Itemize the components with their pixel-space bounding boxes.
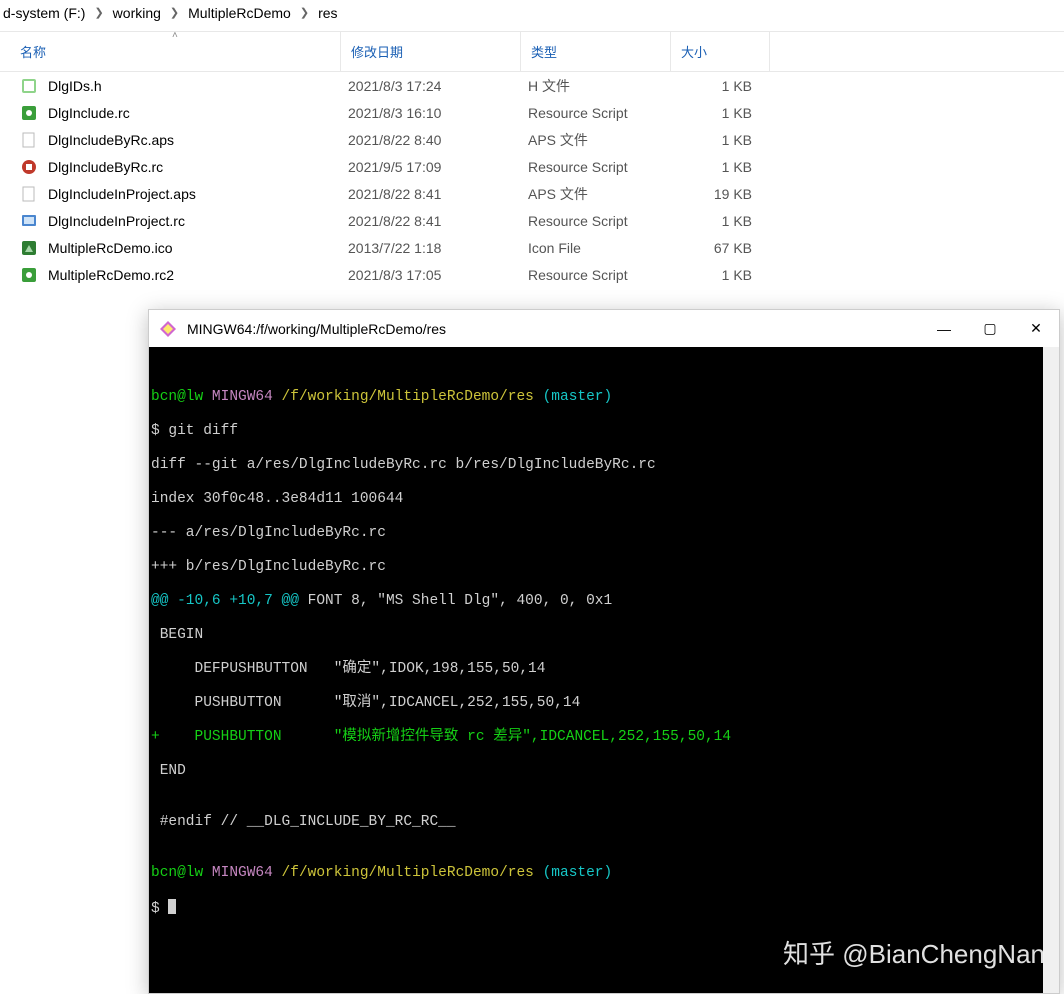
column-headers: ˄ 名称 修改日期 类型 大小 (0, 32, 1064, 72)
diff-line: #endif // __DLG_INCLUDE_BY_RC_RC__ (149, 814, 1059, 831)
close-button[interactable]: ✕ (1013, 310, 1059, 347)
file-row[interactable]: MultipleRcDemo.rc2 2021/8/3 17:05 Resour… (0, 261, 1064, 288)
file-date: 2021/8/3 16:10 (340, 105, 520, 121)
file-row[interactable]: MultipleRcDemo.ico 2013/7/22 1:18 Icon F… (0, 234, 1064, 261)
minimize-button[interactable]: — (921, 310, 967, 347)
breadcrumb: d-system (F:) ❯ working ❯ MultipleRcDemo… (0, 0, 1064, 32)
file-type: Icon File (520, 240, 670, 256)
chevron-right-icon: ❯ (88, 6, 109, 19)
file-size: 1 KB (670, 159, 762, 175)
terminal-window: MINGW64:/f/working/MultipleRcDemo/res — … (148, 309, 1060, 994)
terminal-body[interactable]: bcn@lw MINGW64 /f/working/MultipleRcDemo… (149, 347, 1059, 993)
file-date: 2013/7/22 1:18 (340, 240, 520, 256)
file-type: Resource Script (520, 159, 670, 175)
file-size: 1 KB (670, 267, 762, 283)
file-size: 67 KB (670, 240, 762, 256)
prompt-branch: (master) (543, 389, 613, 405)
prompt-host: MINGW64 (212, 389, 273, 405)
crumb-res[interactable]: res (315, 5, 340, 21)
diff-line: END (149, 763, 1059, 780)
file-date: 2021/8/22 8:41 (340, 213, 520, 229)
file-name: DlgIDs.h (48, 78, 340, 94)
diff-added-line: + PUSHBUTTON "模拟新增控件导致 rc 差异",IDCANCEL,2… (149, 729, 1059, 746)
terminal-app-icon (159, 320, 177, 338)
window-title: MINGW64:/f/working/MultipleRcDemo/res (187, 321, 921, 337)
file-row[interactable]: DlgIncludeByRc.rc 2021/9/5 17:09 Resourc… (0, 153, 1064, 180)
file-size: 1 KB (670, 78, 762, 94)
file-name: DlgIncludeInProject.aps (48, 186, 340, 202)
sort-indicator-icon: ˄ (172, 30, 178, 41)
column-date[interactable]: 修改日期 (340, 32, 520, 71)
watermark: 知乎 @BianChengNan (783, 946, 1045, 963)
column-name[interactable]: 名称 (20, 42, 340, 61)
file-icon (20, 239, 38, 257)
chevron-right-icon: ❯ (294, 6, 315, 19)
file-list: DlgIDs.h 2021/8/3 17:24 H 文件 1 KB DlgInc… (0, 72, 1064, 288)
file-date: 2021/9/5 17:09 (340, 159, 520, 175)
column-size[interactable]: 大小 (670, 32, 770, 71)
file-name: MultipleRcDemo.ico (48, 240, 340, 256)
titlebar[interactable]: MINGW64:/f/working/MultipleRcDemo/res — … (149, 310, 1059, 347)
file-icon (20, 266, 38, 284)
file-name: MultipleRcDemo.rc2 (48, 267, 340, 283)
chevron-right-icon: ❯ (164, 6, 185, 19)
file-type: APS 文件 (520, 184, 670, 204)
prompt-path: /f/working/MultipleRcDemo/res (282, 389, 534, 405)
file-row[interactable]: DlgIDs.h 2021/8/3 17:24 H 文件 1 KB (0, 72, 1064, 99)
file-row[interactable]: DlgIncludeInProject.rc 2021/8/22 8:41 Re… (0, 207, 1064, 234)
file-name: DlgIncludeInProject.rc (48, 213, 340, 229)
file-name: DlgIncludeByRc.aps (48, 132, 340, 148)
file-row[interactable]: DlgIncludeByRc.aps 2021/8/22 8:40 APS 文件… (0, 126, 1064, 153)
file-size: 1 KB (670, 132, 762, 148)
file-icon (20, 158, 38, 176)
file-row[interactable]: DlgInclude.rc 2021/8/3 16:10 Resource Sc… (0, 99, 1064, 126)
file-type: Resource Script (520, 267, 670, 283)
maximize-button[interactable]: ▢ (967, 310, 1013, 347)
prompt-host: MINGW64 (212, 865, 273, 881)
file-name: DlgIncludeByRc.rc (48, 159, 340, 175)
prompt-user: bcn@lw (151, 865, 203, 881)
file-icon (20, 77, 38, 95)
cursor (168, 899, 176, 914)
prompt-user: bcn@lw (151, 389, 203, 405)
file-icon (20, 212, 38, 230)
diff-line: +++ b/res/DlgIncludeByRc.rc (149, 559, 1059, 576)
file-type: APS 文件 (520, 130, 670, 150)
diff-cmd: $ git diff (149, 423, 1059, 440)
file-type: Resource Script (520, 105, 670, 121)
prompt-path: /f/working/MultipleRcDemo/res (282, 865, 534, 881)
diff-hunk-tail: FONT 8, "MS Shell Dlg", 400, 0, 0x1 (299, 593, 612, 609)
diff-line: BEGIN (149, 627, 1059, 644)
diff-hunk: @@ -10,6 +10,7 @@ (151, 593, 299, 609)
diff-line: DEFPUSHBUTTON "确定",IDOK,198,155,50,14 (149, 661, 1059, 678)
file-size: 1 KB (670, 105, 762, 121)
file-date: 2021/8/3 17:24 (340, 78, 520, 94)
file-type: H 文件 (520, 76, 670, 96)
prompt-dollar: $ (151, 901, 168, 917)
crumb-drive[interactable]: d-system (F:) (0, 5, 88, 21)
file-date: 2021/8/22 8:41 (340, 186, 520, 202)
file-row[interactable]: DlgIncludeInProject.aps 2021/8/22 8:41 A… (0, 180, 1064, 207)
prompt-branch: (master) (543, 865, 613, 881)
file-name: DlgInclude.rc (48, 105, 340, 121)
column-type[interactable]: 类型 (520, 32, 670, 71)
file-size: 19 KB (670, 186, 762, 202)
file-size: 1 KB (670, 213, 762, 229)
crumb-project[interactable]: MultipleRcDemo (185, 5, 294, 21)
diff-line: index 30f0c48..3e84d11 100644 (149, 491, 1059, 508)
file-icon (20, 104, 38, 122)
diff-line: --- a/res/DlgIncludeByRc.rc (149, 525, 1059, 542)
crumb-working[interactable]: working (110, 5, 164, 21)
file-icon (20, 131, 38, 149)
scrollbar[interactable] (1043, 347, 1059, 993)
file-type: Resource Script (520, 213, 670, 229)
file-date: 2021/8/3 17:05 (340, 267, 520, 283)
file-date: 2021/8/22 8:40 (340, 132, 520, 148)
diff-line: diff --git a/res/DlgIncludeByRc.rc b/res… (149, 457, 1059, 474)
diff-line: PUSHBUTTON "取消",IDCANCEL,252,155,50,14 (149, 695, 1059, 712)
file-icon (20, 185, 38, 203)
